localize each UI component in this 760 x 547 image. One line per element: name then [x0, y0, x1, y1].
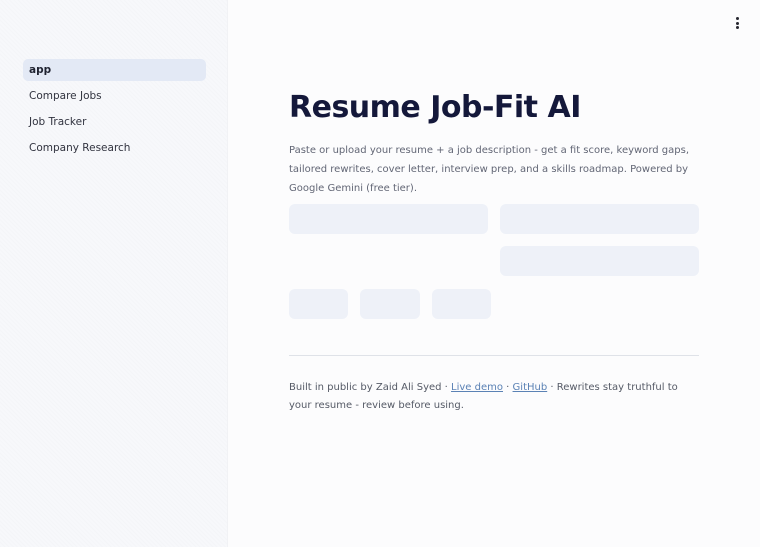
- loading-placeholder-button: [289, 289, 348, 319]
- sidebar-item-label: Compare Jobs: [29, 90, 102, 102]
- sidebar: app Compare Jobs Job Tracker Company Res…: [0, 0, 228, 547]
- footer-text: Built in public by Zaid Ali Syed · Live …: [289, 382, 678, 411]
- loading-placeholder-button: [432, 289, 491, 319]
- loading-placeholder-resume: [289, 204, 488, 234]
- live-demo-link[interactable]: Live demo: [451, 382, 503, 393]
- page-header: Resume Job-Fit AI Paste or upload your r…: [289, 88, 699, 198]
- page-title: Resume Job-Fit AI: [289, 90, 581, 125]
- sidebar-item-label: app: [29, 64, 52, 76]
- app-root: app Compare Jobs Job Tracker Company Res…: [0, 0, 760, 547]
- vertical-dots-icon[interactable]: [732, 15, 742, 31]
- loading-placeholder-job-description: [500, 204, 699, 234]
- sidebar-item-compare-jobs[interactable]: Compare Jobs: [23, 85, 206, 107]
- sidebar-item-app[interactable]: app: [23, 59, 206, 81]
- sidebar-item-job-tracker[interactable]: Job Tracker: [23, 111, 206, 133]
- sidebar-item-label: Company Research: [29, 142, 131, 154]
- loading-placeholder-button: [360, 289, 420, 319]
- github-link[interactable]: GitHub: [513, 382, 548, 393]
- loading-placeholder-extra: [500, 246, 699, 276]
- main-content: Resume Job-Fit AI Paste or upload your r…: [229, 0, 760, 547]
- page-description: Paste or upload your resume + a job desc…: [289, 145, 690, 194]
- divider: [289, 355, 699, 356]
- sidebar-item-label: Job Tracker: [29, 116, 87, 128]
- sidebar-item-company-research[interactable]: Company Research: [23, 137, 206, 159]
- sidebar-nav: app Compare Jobs Job Tracker Company Res…: [23, 59, 206, 163]
